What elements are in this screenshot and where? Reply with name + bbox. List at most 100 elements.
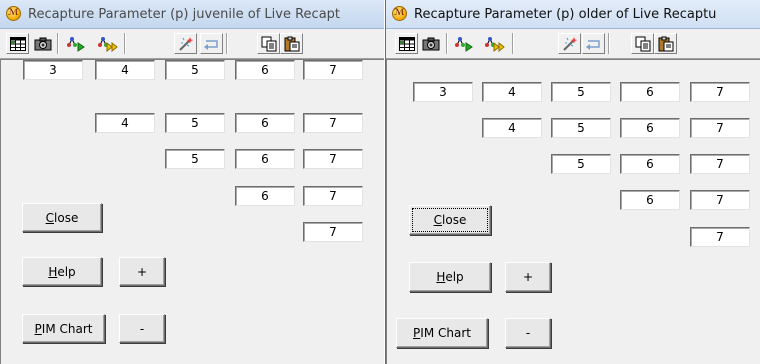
pim-mnemonic: P bbox=[413, 326, 421, 340]
title-bar[interactable]: ℳ Recapture Parameter (p) older of Live … bbox=[386, 0, 760, 29]
matrix-cell[interactable]: 5 bbox=[551, 82, 611, 102]
toolbar-separator bbox=[124, 33, 126, 54]
close-label: lose bbox=[442, 213, 467, 227]
undo-icon bbox=[585, 39, 600, 50]
increase-button[interactable]: + bbox=[119, 257, 165, 286]
window-title: Recapture Parameter (p) juvenile of Live… bbox=[28, 7, 341, 22]
parameter-matrix-area: 3 4 5 6 7 4 5 6 7 5 6 7 6 7 7 Close Help… bbox=[0, 59, 384, 364]
matrix-cell[interactable]: 7 bbox=[303, 186, 363, 206]
matrix-cell[interactable]: 7 bbox=[690, 190, 750, 210]
toolbar bbox=[386, 29, 760, 59]
run-button[interactable] bbox=[64, 33, 87, 54]
matrix-cell[interactable]: 6 bbox=[235, 149, 295, 169]
matrix-cell[interactable]: 6 bbox=[235, 113, 295, 133]
decrease-button[interactable]: - bbox=[505, 318, 551, 348]
toolbar-separator bbox=[57, 33, 59, 54]
close-mnemonic: C bbox=[45, 210, 55, 225]
pim-mnemonic: P bbox=[34, 321, 42, 336]
help-button[interactable]: Help bbox=[22, 257, 102, 286]
recapture-window-juvenile: ℳ Recapture Parameter (p) juvenile of Li… bbox=[0, 0, 384, 364]
matrix-cell[interactable]: 4 bbox=[482, 118, 542, 138]
matrix-cell[interactable]: 4 bbox=[95, 113, 155, 133]
matrix-cell[interactable]: 5 bbox=[551, 118, 611, 138]
matrix-cell[interactable]: 4 bbox=[482, 82, 542, 102]
close-label: lose bbox=[54, 210, 79, 225]
undo-button[interactable] bbox=[200, 33, 223, 54]
camera-button[interactable] bbox=[419, 33, 442, 54]
close-button[interactable]: Close bbox=[409, 205, 491, 235]
help-label: elp bbox=[57, 264, 76, 279]
app-logo-icon[interactable]: ℳ bbox=[6, 6, 21, 21]
matrix-cell[interactable]: 6 bbox=[620, 118, 680, 138]
matrix-cell[interactable]: 5 bbox=[165, 113, 225, 133]
paste-button[interactable] bbox=[280, 33, 303, 54]
toolbar-separator bbox=[608, 33, 610, 54]
matrix-cell[interactable]: 7 bbox=[690, 227, 750, 247]
matrix-cell[interactable]: 6 bbox=[620, 190, 680, 210]
title-bar[interactable]: ℳ Recapture Parameter (p) juvenile of Li… bbox=[0, 0, 384, 29]
matrix-cell[interactable]: 6 bbox=[235, 60, 295, 80]
magic-wand-icon bbox=[562, 36, 577, 51]
app-logo-icon[interactable]: ℳ bbox=[392, 6, 407, 21]
help-button[interactable]: Help bbox=[409, 262, 491, 292]
run-fast-button[interactable] bbox=[483, 33, 506, 54]
tree-play-icon bbox=[454, 36, 473, 52]
matrix-cell[interactable]: 7 bbox=[690, 154, 750, 174]
magic-wand-icon bbox=[178, 36, 193, 51]
wand-button[interactable] bbox=[558, 33, 581, 54]
run-fast-button[interactable] bbox=[96, 33, 119, 54]
paste-icon bbox=[658, 36, 673, 51]
toolbar-separator bbox=[226, 33, 228, 54]
grid-button[interactable] bbox=[6, 33, 29, 54]
help-mnemonic: H bbox=[436, 270, 446, 284]
matrix-cell[interactable]: 6 bbox=[620, 82, 680, 102]
matrix-cell[interactable]: 4 bbox=[95, 60, 155, 80]
help-mnemonic: H bbox=[48, 264, 58, 279]
undo-button[interactable] bbox=[582, 33, 605, 54]
close-button[interactable]: Close bbox=[22, 203, 102, 232]
paste-button[interactable] bbox=[654, 33, 677, 54]
grid-icon bbox=[9, 36, 26, 51]
tree-play-icon bbox=[66, 36, 85, 52]
pim-chart-button[interactable]: P IM Chart bbox=[22, 314, 105, 343]
window-title: Recapture Parameter (p) older of Live Re… bbox=[414, 7, 717, 22]
decrease-button[interactable]: - bbox=[119, 314, 165, 343]
recapture-window-older: ℳ Recapture Parameter (p) older of Live … bbox=[386, 0, 760, 364]
matrix-cell[interactable]: 7 bbox=[303, 222, 363, 242]
pim-label: IM Chart bbox=[41, 321, 93, 336]
toolbar-separator bbox=[512, 33, 514, 54]
tree-fast-forward-icon bbox=[97, 36, 118, 52]
matrix-cell[interactable]: 3 bbox=[413, 82, 473, 102]
parameter-matrix-area: 3 4 5 6 7 4 5 6 7 5 6 7 6 7 7 Close Help… bbox=[386, 59, 760, 364]
copy-button[interactable] bbox=[631, 33, 654, 54]
run-button[interactable] bbox=[452, 33, 475, 54]
camera-button[interactable] bbox=[31, 33, 54, 54]
camera-icon bbox=[422, 37, 439, 50]
matrix-cell[interactable]: 5 bbox=[165, 149, 225, 169]
matrix-cell[interactable]: 6 bbox=[620, 154, 680, 174]
matrix-cell[interactable]: 7 bbox=[303, 60, 363, 80]
grid-button[interactable] bbox=[395, 33, 418, 54]
toolbar bbox=[0, 29, 384, 59]
pim-label: IM Chart bbox=[420, 326, 471, 340]
matrix-cell[interactable]: 5 bbox=[551, 154, 611, 174]
matrix-cell[interactable]: 6 bbox=[235, 186, 295, 206]
matrix-cell[interactable]: 3 bbox=[23, 60, 83, 80]
pim-chart-button[interactable]: P IM Chart bbox=[396, 318, 488, 348]
matrix-cell[interactable]: 5 bbox=[165, 60, 225, 80]
wand-button[interactable] bbox=[174, 33, 197, 54]
matrix-cell[interactable]: 7 bbox=[303, 149, 363, 169]
grid-icon bbox=[398, 36, 415, 51]
help-label: elp bbox=[445, 270, 464, 284]
matrix-cell[interactable]: 7 bbox=[303, 113, 363, 133]
matrix-cell[interactable]: 7 bbox=[690, 118, 750, 138]
camera-icon bbox=[34, 37, 51, 50]
matrix-cell[interactable]: 7 bbox=[690, 82, 750, 102]
copy-icon bbox=[635, 36, 650, 51]
paste-icon bbox=[284, 36, 299, 51]
copy-icon bbox=[261, 36, 276, 51]
tree-fast-forward-icon bbox=[484, 36, 505, 52]
undo-icon bbox=[203, 39, 218, 50]
copy-button[interactable] bbox=[257, 33, 280, 54]
increase-button[interactable]: + bbox=[505, 262, 551, 292]
